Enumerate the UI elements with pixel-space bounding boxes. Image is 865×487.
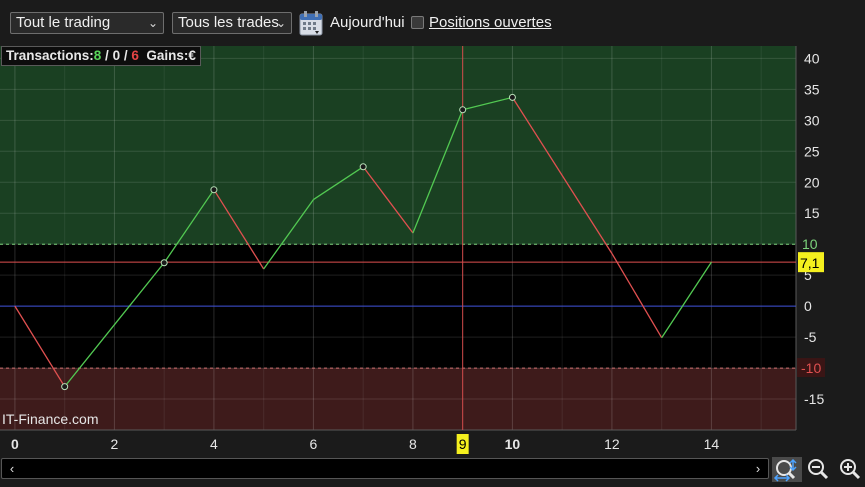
- zoom-out-button[interactable]: [804, 457, 834, 482]
- watermark-text: IT-Finance.com: [2, 411, 98, 427]
- gains-label: Gains:: [146, 48, 189, 63]
- zoom-in-button[interactable]: [836, 457, 865, 482]
- transactions-stats: Transactions:8 / 0 / 6 Gains:€: [1, 46, 201, 66]
- y-tick-label: -5: [804, 329, 817, 345]
- profit-zone: [0, 46, 796, 245]
- gains-value: €: [188, 48, 196, 63]
- open-positions-label[interactable]: Positions ouvertes: [429, 14, 552, 31]
- x-tick-label: 0: [11, 436, 19, 452]
- y-tick-label: 20: [804, 174, 820, 190]
- y-tick-label: -15: [804, 391, 824, 407]
- scroll-track[interactable]: ‹ ›: [1, 458, 769, 479]
- chevron-down-icon: ⌄: [147, 16, 158, 30]
- x-tick-label: 14: [704, 436, 720, 452]
- y-tick-label: 40: [804, 50, 820, 66]
- stats-separator: /: [120, 48, 132, 63]
- open-positions-checkbox[interactable]: [411, 16, 424, 29]
- scroll-right-icon[interactable]: ›: [750, 459, 766, 478]
- zoom-fit-button[interactable]: [772, 457, 802, 482]
- cursor-x-label: 9: [459, 436, 467, 452]
- y-tick-label: 25: [804, 143, 820, 159]
- x-tick-label: 8: [409, 436, 417, 452]
- toolbar: Tout le trading ⌄ Tous les trades ⌄ Aujo…: [0, 0, 865, 46]
- upper-threshold-label: 10: [802, 236, 818, 252]
- current-value-label: 7,1: [800, 255, 820, 271]
- scroll-left-icon[interactable]: ‹: [4, 459, 20, 478]
- trade-point: [459, 106, 467, 114]
- trading-scope-select[interactable]: Tout le trading ⌄: [10, 12, 164, 34]
- trade-point: [61, 383, 69, 391]
- y-tick-label: 35: [804, 81, 820, 97]
- trade-point: [160, 259, 168, 267]
- neutral-count: 0: [112, 48, 121, 63]
- equity-chart[interactable]: -15-50515202530354010-107,10 2 4 6 8 10 12 149I…: [0, 46, 865, 456]
- trades-filter-value: Tous les trades: [178, 14, 279, 31]
- zoom-in-icon: [840, 459, 861, 480]
- horizontal-scrollbar[interactable]: ‹ ›: [0, 457, 770, 482]
- chevron-down-icon: ⌄: [275, 16, 286, 30]
- stats-separator: /: [101, 48, 113, 63]
- y-tick-label: 15: [804, 205, 820, 221]
- x-tick-label: 12: [604, 436, 620, 452]
- calendar-icon: [299, 11, 323, 36]
- x-tick-label: 10: [505, 436, 521, 452]
- x-tick-label: 6: [310, 436, 318, 452]
- trades-filter-select[interactable]: Tous les trades ⌄: [172, 12, 292, 34]
- today-label[interactable]: Aujourd'hui: [330, 14, 405, 31]
- losses-count: 6: [131, 48, 139, 63]
- trade-point: [359, 163, 367, 171]
- transactions-label: Transactions:: [6, 48, 94, 63]
- y-tick-label: 0: [804, 298, 812, 314]
- trade-point: [508, 93, 516, 101]
- trading-scope-value: Tout le trading: [16, 14, 111, 31]
- zoom-fit-icon: [773, 458, 797, 482]
- zoom-out-icon: [808, 459, 829, 480]
- x-tick-label: 4: [210, 436, 218, 452]
- y-tick-label: 30: [804, 112, 820, 128]
- trade-point: [210, 186, 218, 194]
- calendar-button[interactable]: [299, 10, 325, 37]
- lower-threshold-label: -10: [801, 360, 821, 376]
- x-tick-label: 2: [111, 436, 119, 452]
